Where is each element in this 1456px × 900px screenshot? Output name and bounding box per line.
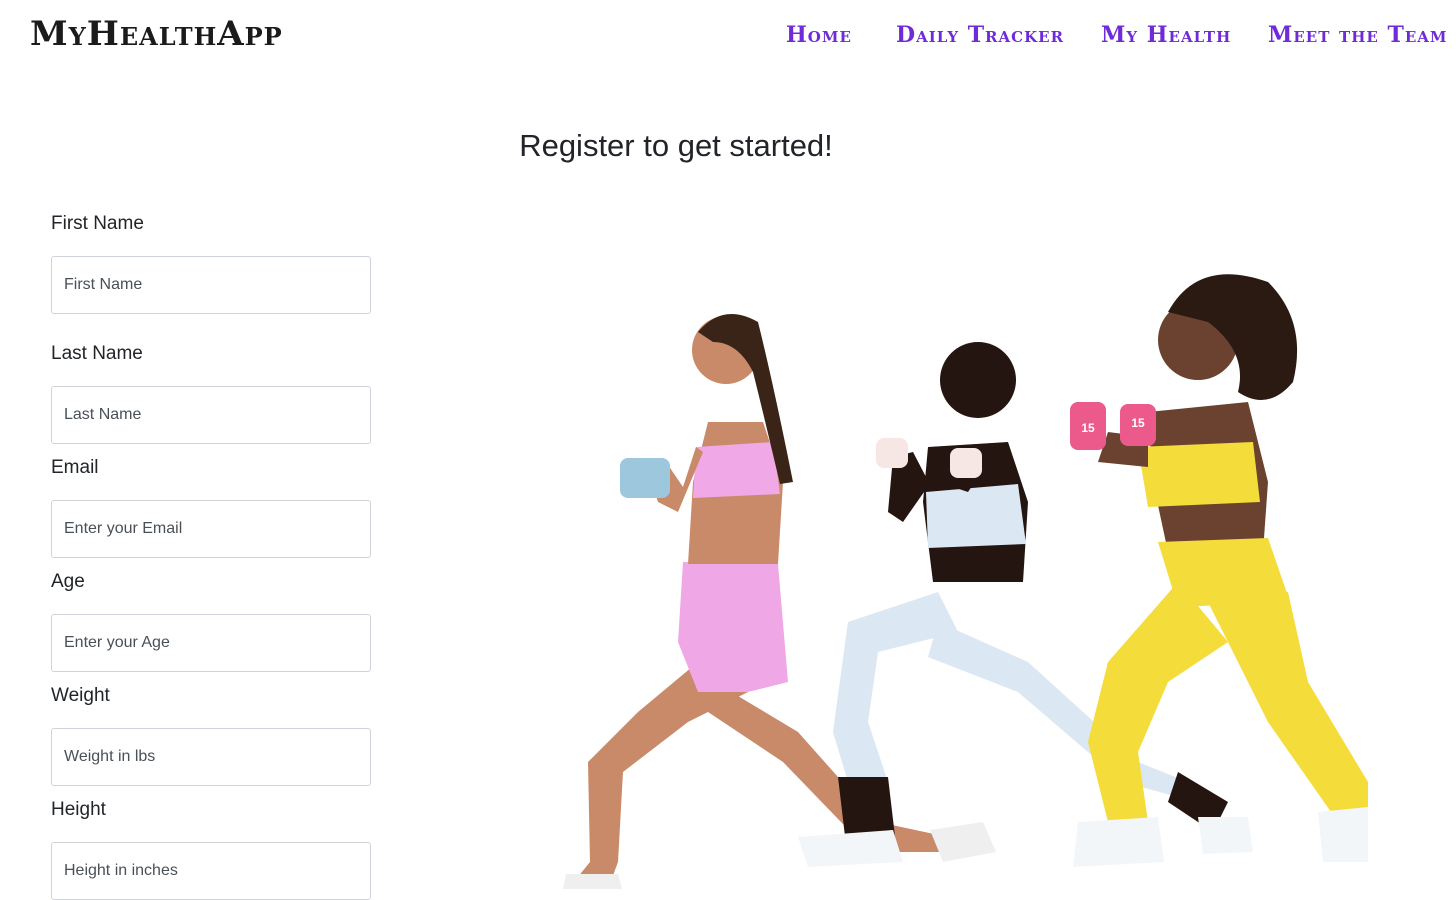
age-label: Age xyxy=(51,571,85,592)
height-input[interactable] xyxy=(51,842,371,900)
last-name-group: Last Name xyxy=(51,342,371,444)
height-label: Height xyxy=(51,799,106,820)
figure-yellow-outfit: 15 15 xyxy=(1070,274,1368,867)
first-name-label: First Name xyxy=(51,213,144,234)
email-label: Email xyxy=(51,457,99,478)
weight-group: Weight xyxy=(51,684,371,786)
dumbbell-label-left: 15 xyxy=(1081,421,1095,435)
nav-link-home[interactable]: Home xyxy=(786,20,852,50)
hero-image-women-exercising: 15 15 xyxy=(563,274,1368,889)
email-group: Email xyxy=(51,456,371,558)
first-name-group: First Name xyxy=(51,212,371,314)
age-input[interactable] xyxy=(51,614,371,672)
last-name-label: Last Name xyxy=(51,343,143,364)
email-input[interactable] xyxy=(51,500,371,558)
age-group: Age xyxy=(51,570,371,672)
dumbbell-label-right: 15 xyxy=(1131,416,1145,430)
page-title: Register to get started! xyxy=(519,128,833,163)
last-name-input[interactable] xyxy=(51,386,371,444)
first-name-input[interactable] xyxy=(51,256,371,314)
top-navbar: MyHealthApp Home Daily Tracker My Health… xyxy=(0,0,1456,72)
height-group: Height xyxy=(51,798,371,900)
nav-link-daily-tracker[interactable]: Daily Tracker xyxy=(896,20,1064,50)
nav-link-meet-the-team[interactable]: Meet the Team xyxy=(1268,20,1448,50)
brand-logo[interactable]: MyHealthApp xyxy=(30,14,283,54)
nav-link-my-health[interactable]: My Health xyxy=(1101,20,1231,50)
weight-input[interactable] xyxy=(51,728,371,786)
weight-label: Weight xyxy=(51,685,110,706)
